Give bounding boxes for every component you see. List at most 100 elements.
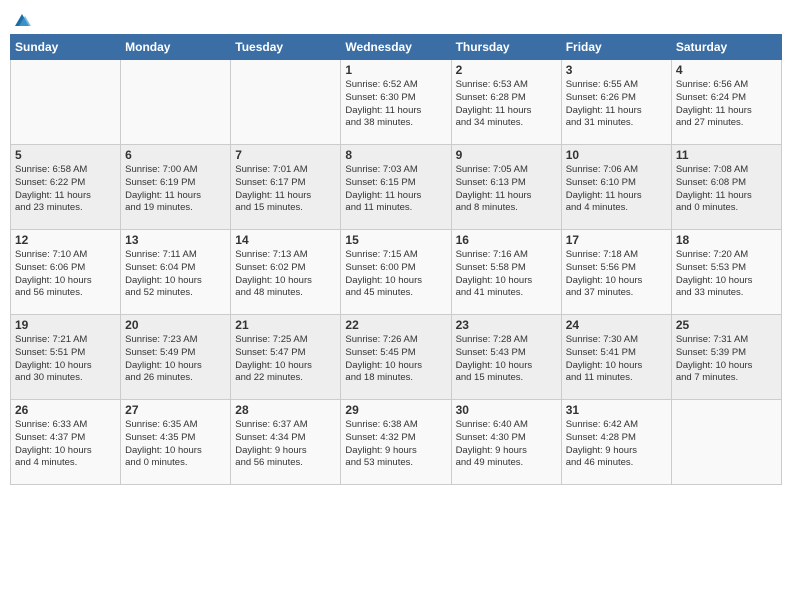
calendar-cell: 8 Sunrise: 7:03 AMSunset: 6:15 PMDaylight… [341, 145, 451, 230]
header-thursday: Thursday [451, 35, 561, 60]
calendar-cell [121, 60, 231, 145]
calendar-cell [11, 60, 121, 145]
day-number: 8 [345, 148, 446, 162]
cell-content: Sunrise: 7:30 AMSunset: 5:41 PMDaylight:… [566, 334, 667, 385]
calendar-cell: 20Sunrise: 7:23 AMSunset: 5:49 PMDayligh… [121, 315, 231, 400]
calendar-cell: 24 Sunrise: 7:30 AMSunset: 5:41 PMDayligh… [561, 315, 671, 400]
calendar-cell: 1 Sunrise: 6:52 AMSunset: 6:30 PMDaylight… [341, 60, 451, 145]
cell-content: Sunrise: 7:23 AMSunset: 5:49 PMDaylight:… [125, 334, 226, 385]
cell-content: Sunrise: 7:21 AMSunset: 5:51 PMDaylight:… [15, 334, 116, 385]
calendar-week-row: 12 Sunrise: 7:10 AMSunset: 6:06 PMDayligh… [11, 230, 782, 315]
calendar-cell: 3Sunrise: 6:55 AMSunset: 6:26 PMDaylight… [561, 60, 671, 145]
calendar-cell: 10 Sunrise: 7:06 AMSunset: 6:10 PMDayligh… [561, 145, 671, 230]
calendar-cell: 16 Sunrise: 7:16 AMSunset: 5:58 PMDayligh… [451, 230, 561, 315]
header-sunday: Sunday [11, 35, 121, 60]
calendar-cell: 27Sunrise: 6:35 AMSunset: 4:35 PMDayligh… [121, 400, 231, 485]
calendar-cell: 14 Sunrise: 7:13 AMSunset: 6:02 PMDayligh… [231, 230, 341, 315]
logo-icon [11, 12, 33, 30]
day-number: 13 [125, 233, 226, 247]
calendar-cell [671, 400, 781, 485]
calendar-cell: 9 Sunrise: 7:05 AMSunset: 6:13 PMDaylight… [451, 145, 561, 230]
day-number: 12 [15, 233, 116, 247]
cell-content: Sunrise: 7:03 AMSunset: 6:15 PMDaylight:… [345, 164, 446, 215]
cell-content: Sunrise: 7:01 AMSunset: 6:17 PMDaylight:… [235, 164, 336, 215]
header-wednesday: Wednesday [341, 35, 451, 60]
cell-content: Sunrise: 6:33 AMSunset: 4:37 PMDaylight:… [15, 419, 116, 470]
day-number: 11 [676, 148, 777, 162]
header-friday: Friday [561, 35, 671, 60]
cell-content: Sunrise: 7:05 AMSunset: 6:13 PMDaylight:… [456, 164, 557, 215]
day-number: 5 [15, 148, 116, 162]
calendar-cell: 2 Sunrise: 6:53 AMSunset: 6:28 PMDaylight… [451, 60, 561, 145]
day-number: 18 [676, 233, 777, 247]
day-number: 24 [566, 318, 667, 332]
calendar-cell: 6 Sunrise: 7:00 AMSunset: 6:19 PMDaylight… [121, 145, 231, 230]
day-number: 16 [456, 233, 557, 247]
calendar-week-row: 26 Sunrise: 6:33 AMSunset: 4:37 PMDayligh… [11, 400, 782, 485]
day-number: 19 [15, 318, 116, 332]
day-number: 9 [456, 148, 557, 162]
calendar-cell: 23Sunrise: 7:28 AMSunset: 5:43 PMDayligh… [451, 315, 561, 400]
cell-content: Sunrise: 6:55 AMSunset: 6:26 PMDaylight:… [566, 79, 667, 130]
calendar-cell: 11 Sunrise: 7:08 AMSunset: 6:08 PMDayligh… [671, 145, 781, 230]
day-number: 10 [566, 148, 667, 162]
cell-content: Sunrise: 7:00 AMSunset: 6:19 PMDaylight:… [125, 164, 226, 215]
day-number: 22 [345, 318, 446, 332]
calendar-cell: 19 Sunrise: 7:21 AMSunset: 5:51 PMDayligh… [11, 315, 121, 400]
calendar-header-row: SundayMondayTuesdayWednesdayThursdayFrid… [11, 35, 782, 60]
day-number: 28 [235, 403, 336, 417]
cell-content: Sunrise: 6:52 AMSunset: 6:30 PMDaylight:… [345, 79, 446, 130]
cell-content: Sunrise: 7:31 AMSunset: 5:39 PMDaylight:… [676, 334, 777, 385]
cell-content: Sunrise: 6:40 AMSunset: 4:30 PMDaylight:… [456, 419, 557, 470]
cell-content: Sunrise: 7:13 AMSunset: 6:02 PMDaylight:… [235, 249, 336, 300]
calendar-cell: 5 Sunrise: 6:58 AMSunset: 6:22 PMDaylight… [11, 145, 121, 230]
day-number: 30 [456, 403, 557, 417]
day-number: 7 [235, 148, 336, 162]
calendar-cell: 22 Sunrise: 7:26 AMSunset: 5:45 PMDayligh… [341, 315, 451, 400]
cell-content: Sunrise: 7:06 AMSunset: 6:10 PMDaylight:… [566, 164, 667, 215]
cell-content: Sunrise: 6:38 AMSunset: 4:32 PMDaylight:… [345, 419, 446, 470]
cell-content: Sunrise: 6:56 AMSunset: 6:24 PMDaylight:… [676, 79, 777, 130]
day-number: 17 [566, 233, 667, 247]
day-number: 29 [345, 403, 446, 417]
calendar-cell: 26 Sunrise: 6:33 AMSunset: 4:37 PMDayligh… [11, 400, 121, 485]
day-number: 1 [345, 63, 446, 77]
day-number: 31 [566, 403, 667, 417]
cell-content: Sunrise: 7:18 AMSunset: 5:56 PMDaylight:… [566, 249, 667, 300]
page-header [10, 10, 782, 30]
cell-content: Sunrise: 7:11 AMSunset: 6:04 PMDaylight:… [125, 249, 226, 300]
calendar-week-row: 1 Sunrise: 6:52 AMSunset: 6:30 PMDaylight… [11, 60, 782, 145]
calendar-cell: 7 Sunrise: 7:01 AMSunset: 6:17 PMDaylight… [231, 145, 341, 230]
header-saturday: Saturday [671, 35, 781, 60]
calendar-cell: 21Sunrise: 7:25 AMSunset: 5:47 PMDayligh… [231, 315, 341, 400]
cell-content: Sunrise: 7:26 AMSunset: 5:45 PMDaylight:… [345, 334, 446, 385]
cell-content: Sunrise: 7:08 AMSunset: 6:08 PMDaylight:… [676, 164, 777, 215]
calendar-cell: 28Sunrise: 6:37 AMSunset: 4:34 PMDayligh… [231, 400, 341, 485]
calendar-week-row: 19 Sunrise: 7:21 AMSunset: 5:51 PMDayligh… [11, 315, 782, 400]
cell-content: Sunrise: 7:20 AMSunset: 5:53 PMDaylight:… [676, 249, 777, 300]
cell-content: Sunrise: 7:28 AMSunset: 5:43 PMDaylight:… [456, 334, 557, 385]
cell-content: Sunrise: 7:16 AMSunset: 5:58 PMDaylight:… [456, 249, 557, 300]
day-number: 25 [676, 318, 777, 332]
cell-content: Sunrise: 6:58 AMSunset: 6:22 PMDaylight:… [15, 164, 116, 215]
day-number: 26 [15, 403, 116, 417]
calendar-cell: 31 Sunrise: 6:42 AMSunset: 4:28 PMDayligh… [561, 400, 671, 485]
day-number: 2 [456, 63, 557, 77]
cell-content: Sunrise: 6:53 AMSunset: 6:28 PMDaylight:… [456, 79, 557, 130]
cell-content: Sunrise: 7:10 AMSunset: 6:06 PMDaylight:… [15, 249, 116, 300]
calendar-cell: 25 Sunrise: 7:31 AMSunset: 5:39 PMDayligh… [671, 315, 781, 400]
header-monday: Monday [121, 35, 231, 60]
calendar-week-row: 5 Sunrise: 6:58 AMSunset: 6:22 PMDaylight… [11, 145, 782, 230]
calendar-cell: 13 Sunrise: 7:11 AMSunset: 6:04 PMDayligh… [121, 230, 231, 315]
day-number: 6 [125, 148, 226, 162]
day-number: 4 [676, 63, 777, 77]
day-number: 14 [235, 233, 336, 247]
calendar-table: SundayMondayTuesdayWednesdayThursdayFrid… [10, 34, 782, 485]
day-number: 15 [345, 233, 446, 247]
calendar-cell: 29 Sunrise: 6:38 AMSunset: 4:32 PMDayligh… [341, 400, 451, 485]
calendar-cell: 17 Sunrise: 7:18 AMSunset: 5:56 PMDayligh… [561, 230, 671, 315]
day-number: 27 [125, 403, 226, 417]
cell-content: Sunrise: 6:42 AMSunset: 4:28 PMDaylight:… [566, 419, 667, 470]
day-number: 21 [235, 318, 336, 332]
calendar-cell: 4 Sunrise: 6:56 AMSunset: 6:24 PMDaylight… [671, 60, 781, 145]
